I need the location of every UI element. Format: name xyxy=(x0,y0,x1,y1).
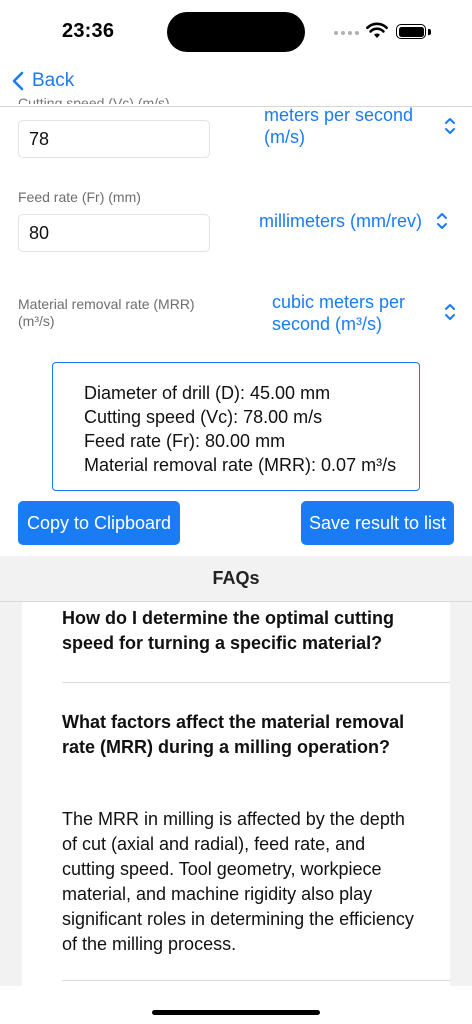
faq-answer: The MRR in milling is affected by the de… xyxy=(62,809,414,954)
mrr-unit-line1: cubic meters per xyxy=(272,292,406,312)
status-time: 23:36 xyxy=(62,20,115,42)
feed-rate-label: Feed rate (Fr) (mm) xyxy=(18,189,141,205)
result-line: Cutting speed (Vc): 78.00 m/s xyxy=(84,407,323,427)
mrr-unit-line2: second (m³/s) xyxy=(272,314,383,334)
result-line: Material removal rate (MRR): 0.07 m³/s xyxy=(84,455,397,475)
mrr-unit-select[interactable]: cubic meters per second (m³/s) xyxy=(272,291,405,335)
cutting-speed-value: 78 xyxy=(29,128,50,149)
result-line: Feed rate (Fr): 80.00 mm xyxy=(84,431,286,451)
faq-title: FAQs xyxy=(212,568,260,588)
back-label: Back xyxy=(32,70,75,91)
feed-rate-value: 80 xyxy=(29,222,50,243)
battery-tip xyxy=(428,29,431,35)
cutting-speed-unit-select[interactable]: meters per second (m/s) xyxy=(264,104,434,148)
result-line: Diameter of drill (D): 45.00 mm xyxy=(84,383,331,403)
faq-list[interactable]: How do I determine the optimal cutting s… xyxy=(22,602,450,986)
cutting-speed-unit-label: meters per second (m/s) xyxy=(264,105,414,147)
feed-rate-input[interactable]: 80 xyxy=(18,214,210,252)
back-chevron-icon xyxy=(12,71,24,91)
mrr-label-line1: Material removal rate (MRR) xyxy=(18,296,195,312)
wifi-icon xyxy=(366,22,388,44)
faq-question[interactable]: How do I determine the optimal cutting s… xyxy=(62,606,422,656)
updown-chevron-icon xyxy=(436,212,448,230)
updown-chevron-icon xyxy=(444,303,456,321)
updown-chevron-icon xyxy=(444,117,456,135)
mrr-label-line2: (m³/s) xyxy=(18,313,55,329)
feed-rate-unit-select[interactable]: millimeters (mm/rev) xyxy=(259,210,422,232)
result-box: Diameter of drill (D): 45.00 mm Cutting … xyxy=(52,362,420,491)
mrr-label: Material removal rate (MRR) (m³/s) xyxy=(18,296,195,330)
faq-header: FAQs xyxy=(0,556,472,602)
battery-icon xyxy=(396,24,426,39)
copy-to-clipboard-button[interactable]: Copy to Clipboard xyxy=(18,501,180,545)
signal-icon xyxy=(334,31,359,35)
faq-question[interactable]: What factors affect the material removal… xyxy=(62,710,422,760)
back-button[interactable]: Back xyxy=(12,70,74,92)
cutting-speed-label: Cutting speed (Vc) (m/s) xyxy=(18,96,170,104)
feed-rate-unit-label: millimeters (mm/rev) xyxy=(259,211,422,231)
home-indicator[interactable] xyxy=(152,1010,320,1015)
save-result-button[interactable]: Save result to list xyxy=(301,501,454,545)
faq-divider xyxy=(62,682,450,683)
faq-divider xyxy=(62,980,450,981)
dynamic-island xyxy=(167,12,305,52)
cutting-speed-input[interactable]: 78 xyxy=(18,120,210,158)
